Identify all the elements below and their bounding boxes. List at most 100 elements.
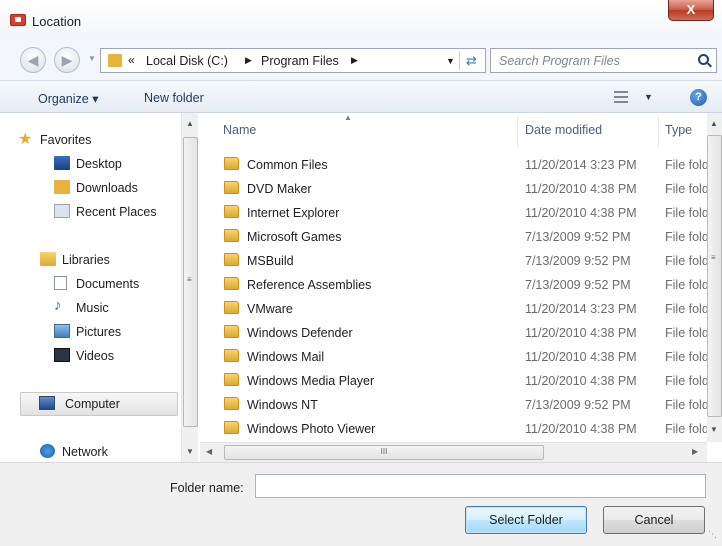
file-row[interactable]: Windows NT 7/13/2009 9:52 PM File folder: [218, 392, 718, 416]
folder-icon: [224, 349, 239, 362]
search-icon[interactable]: [698, 54, 709, 65]
cancel-button[interactable]: Cancel: [603, 506, 705, 534]
file-row[interactable]: Windows Photo Viewer 11/20/2010 4:38 PM Fi…: [218, 416, 718, 440]
file-date: 7/13/2009 9:52 PM: [525, 278, 631, 292]
help-icon[interactable]: ?: [690, 89, 707, 106]
file-row[interactable]: Windows Media Player 11/20/2010 4:38 PM Fi…: [218, 368, 718, 392]
scrollbar-thumb[interactable]: [707, 135, 722, 417]
folder-name-input[interactable]: [255, 474, 706, 498]
folder-icon: [224, 277, 239, 290]
file-list-scrollbar[interactable]: ▲ ≡ ▼: [707, 113, 722, 442]
forward-icon: ▶: [61, 52, 73, 68]
breadcrumb-local-disk[interactable]: Local Disk (C:): [146, 54, 228, 68]
breadcrumb-overflow[interactable]: «: [128, 53, 135, 67]
column-header-name[interactable]: Name: [223, 123, 256, 137]
scrollbar-grip-icon: ≡: [711, 253, 716, 262]
scroll-right-icon[interactable]: ▶: [692, 447, 698, 456]
folder-icon: [224, 301, 239, 314]
file-date: 7/13/2009 9:52 PM: [525, 254, 631, 268]
nav-label: Documents: [76, 277, 140, 291]
nav-label: Music: [76, 301, 109, 315]
file-name: Windows Defender: [247, 326, 353, 340]
file-name: Internet Explorer: [247, 206, 340, 220]
music-icon: ♪: [54, 297, 62, 314]
title-bar: Location X: [0, 0, 722, 40]
refresh-button[interactable]: ⇄: [459, 51, 483, 70]
nav-label: Pictures: [76, 325, 122, 339]
view-dropdown[interactable]: ▼: [644, 92, 653, 102]
organize-button[interactable]: Organize ▾: [38, 91, 98, 106]
file-date: 11/20/2010 4:38 PM: [525, 350, 637, 364]
file-name: Windows Photo Viewer: [247, 422, 376, 436]
column-header-type[interactable]: Type: [665, 123, 692, 137]
nav-computer[interactable]: Computer: [20, 392, 178, 416]
file-name: Windows Mail: [247, 350, 325, 364]
scrollbar-grip-icon: ≡: [187, 275, 192, 284]
address-bar[interactable]: « Local Disk (C:) ▶ Program Files ▶ ▼ ⇄: [100, 48, 486, 73]
scroll-up-icon[interactable]: ▲: [186, 119, 194, 128]
file-name: Microsoft Games: [247, 230, 342, 244]
sort-ascending-icon: ▲: [344, 113, 352, 122]
file-name: Windows NT: [247, 398, 318, 412]
nav-label: Favorites: [40, 133, 92, 147]
folder-icon: [224, 325, 239, 338]
file-row[interactable]: Internet Explorer 11/20/2010 4:38 PM File …: [218, 200, 718, 224]
folder-icon: [224, 397, 239, 410]
file-name: VMware: [247, 302, 293, 316]
address-dropdown[interactable]: ▼: [446, 56, 455, 66]
scroll-down-icon[interactable]: ▼: [710, 425, 718, 434]
close-button[interactable]: X: [668, 0, 714, 21]
folder-icon: [224, 421, 239, 434]
app-icon: [10, 14, 26, 26]
search-input[interactable]: Search Program Files: [499, 54, 620, 68]
view-icon[interactable]: [614, 91, 628, 103]
file-row[interactable]: Common Files 11/20/2014 3:23 PM File folde…: [218, 152, 718, 176]
nav-label: Videos: [76, 349, 114, 363]
scroll-up-icon[interactable]: ▲: [710, 119, 718, 128]
file-row[interactable]: Microsoft Games 7/13/2009 9:52 PM File fol…: [218, 224, 718, 248]
downloads-icon: [54, 180, 70, 194]
file-name: Common Files: [247, 158, 328, 172]
folder-name-label: Folder name:: [170, 481, 244, 495]
back-button[interactable]: ◀: [20, 47, 46, 73]
search-box[interactable]: Search Program Files: [490, 48, 717, 73]
breadcrumb-program-files[interactable]: Program Files: [261, 54, 339, 68]
breadcrumb-separator-icon[interactable]: ▶: [351, 55, 358, 66]
file-row[interactable]: Windows Defender 11/20/2010 4:38 PM File f…: [218, 320, 718, 344]
file-row[interactable]: Reference Assemblies 7/13/2009 9:52 PM Fil…: [218, 272, 718, 296]
desktop-icon: [54, 156, 70, 170]
close-icon: X: [686, 2, 696, 17]
scrollbar-thumb[interactable]: III: [224, 445, 544, 460]
select-folder-button[interactable]: Select Folder: [465, 506, 587, 534]
new-folder-button[interactable]: New folder: [144, 91, 204, 105]
libraries-icon: [40, 252, 56, 266]
nav-label: Desktop: [76, 157, 122, 171]
folder-icon: [224, 253, 239, 266]
navigation-bar: ◀ ▶ ▼ « Local Disk (C:) ▶ Program Files …: [0, 40, 722, 80]
forward-button[interactable]: ▶: [54, 47, 80, 73]
window-title: Location: [32, 14, 82, 29]
file-row[interactable]: MSBuild 7/13/2009 9:52 PM File folder: [218, 248, 718, 272]
column-header-date[interactable]: Date modified: [525, 123, 602, 137]
file-row[interactable]: Windows Mail 11/20/2010 4:38 PM File folde…: [218, 344, 718, 368]
recent-pages-dropdown[interactable]: ▼: [88, 54, 96, 63]
star-icon: ★: [18, 131, 33, 148]
command-bar: Organize ▾ New folder ▼ ?: [0, 80, 722, 113]
file-row[interactable]: VMware 11/20/2014 3:23 PM File folder: [218, 296, 718, 320]
breadcrumb-separator-icon[interactable]: ▶: [245, 55, 252, 66]
resize-grip-icon[interactable]: ⋱: [708, 529, 720, 543]
file-date: 11/20/2014 3:23 PM: [525, 158, 637, 172]
scroll-down-icon[interactable]: ▼: [186, 447, 194, 456]
horizontal-scrollbar[interactable]: ◀ III ▶: [200, 442, 707, 462]
dialog-footer: Folder name: Select Folder Cancel ⋱: [0, 462, 722, 546]
file-row[interactable]: DVD Maker 11/20/2010 4:38 PM File folder: [218, 176, 718, 200]
scroll-left-icon[interactable]: ◀: [206, 447, 212, 456]
file-date: 11/20/2014 3:23 PM: [525, 302, 637, 316]
file-date: 7/13/2009 9:52 PM: [525, 230, 631, 244]
nav-label: Libraries: [62, 253, 110, 267]
computer-icon: [39, 396, 55, 410]
navigation-pane-scrollbar[interactable]: ▲ ≡ ▼: [181, 113, 198, 462]
column-divider[interactable]: [517, 117, 518, 147]
column-divider[interactable]: [658, 117, 659, 147]
back-icon: ◀: [27, 52, 39, 68]
